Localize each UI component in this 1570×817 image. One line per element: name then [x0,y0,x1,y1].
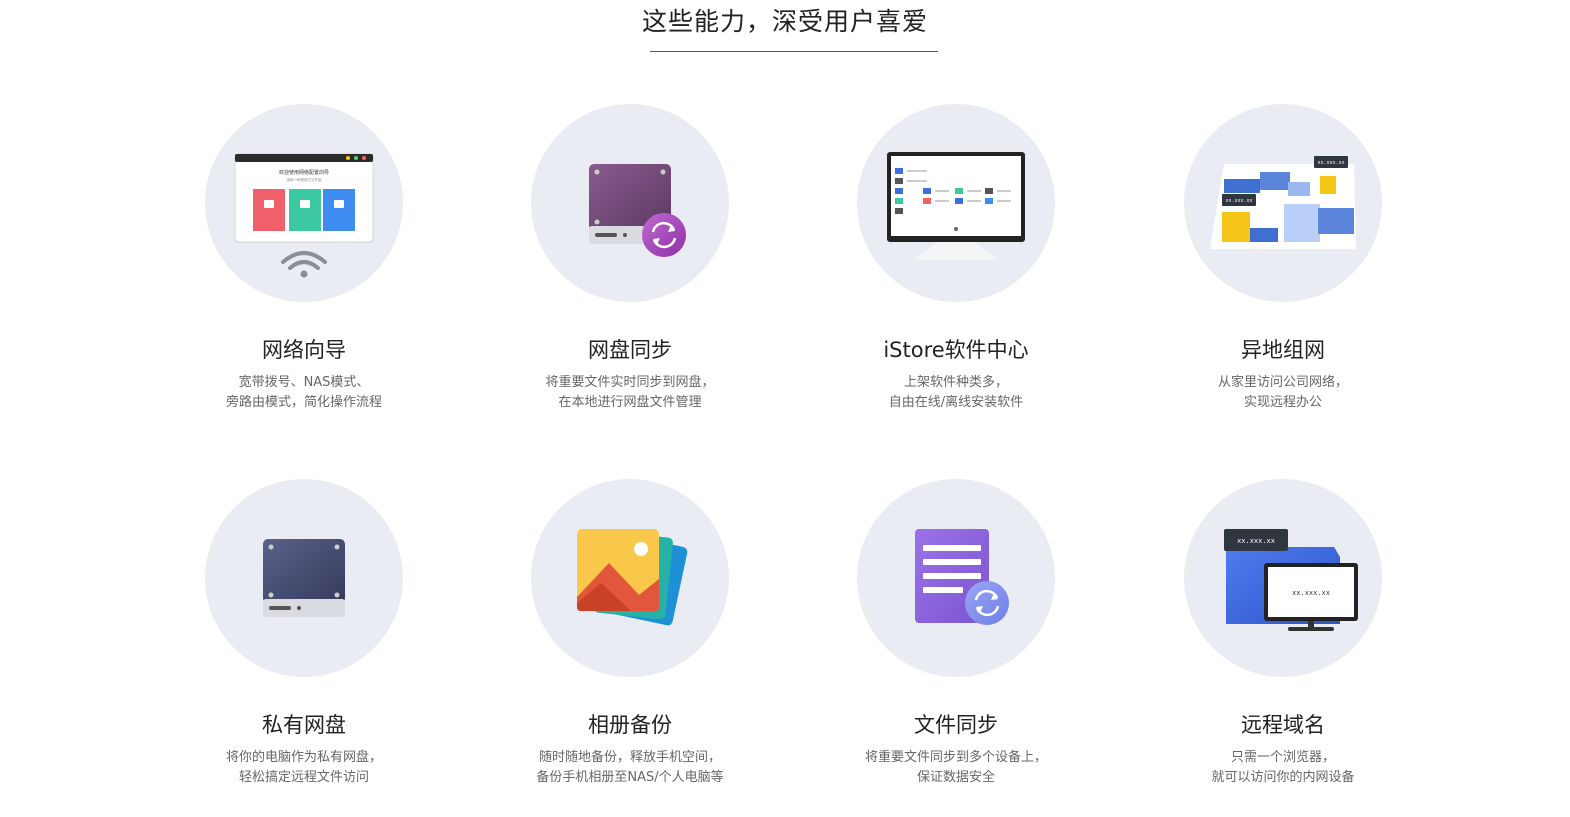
map-ip-tag: xx.xxx.xx [1317,160,1344,166]
feature-title: iStore软件中心 [883,338,1029,362]
network-wizard-icon: 欢迎使用网络配置向导 选择一种常用方式开始 [205,104,403,302]
feature-title: 文件同步 [914,713,998,737]
remote-networking-map-icon: xx.xxx.xx xx.xxx.xx [1184,104,1382,302]
domain-screen-text: xx.xxx.xx [1292,590,1330,598]
photo-album-backup-icon [531,479,729,677]
feature-card-private-drive[interactable]: 私有网盘 将你的电脑作为私有网盘， 轻松搞定远程文件访问 [174,479,434,788]
feature-description: 将重要文件实时同步到网盘， 在本地进行网盘文件管理 [545,375,715,410]
feature-title: 远程域名 [1241,713,1325,737]
section-title: 这些能力，深受用户喜爱 [641,7,928,36]
remote-domain-icon: xx.xxx.xx xx.xxx.xx [1184,479,1382,677]
feature-description: 随时随地备份，释放手机空间， 备份手机相册至NAS/个人电脑等 [536,750,724,785]
feature-description: 从家里访问公司网络， 实现远程办公 [1217,375,1348,410]
feature-card-photo-backup[interactable]: 相册备份 随时随地备份，释放手机空间， 备份手机相册至NAS/个人电脑等 [500,479,760,788]
feature-description: 将重要文件同步到多个设备上， 保证数据安全 [864,750,1047,785]
feature-title: 私有网盘 [262,713,346,737]
feature-description: 只需一个浏览器， 就可以访问你的内网设备 [1211,750,1355,785]
feature-description: 上架软件种类多， 自由在线/离线安装软件 [888,375,1024,410]
cloud-drive-sync-icon [531,104,729,302]
private-drive-icon [205,479,403,677]
feature-title: 网盘同步 [588,338,672,362]
feature-card-remote-domain[interactable]: xx.xxx.xx xx.xxx.xx 远程域名 只需一个浏览器， 就可以访问你的… [1153,479,1413,788]
feature-title: 网络向导 [262,338,346,362]
feature-card-cloud-drive-sync[interactable]: 网盘同步 将重要文件实时同步到网盘， 在本地进行网盘文件管理 [500,104,760,413]
wizard-window-title: 欢迎使用网络配置向导 [279,169,329,176]
wizard-window-subtitle: 选择一种常用方式开始 [287,177,322,182]
istore-monitor-icon [857,104,1055,302]
file-sync-icon [857,479,1055,677]
title-underline [650,51,938,52]
feature-description: 宽带拨号、NAS模式、 旁路由模式，简化操作流程 [225,375,382,410]
feature-description: 将你的电脑作为私有网盘， 轻松搞定远程文件访问 [225,750,382,785]
feature-card-istore[interactable]: iStore软件中心 上架软件种类多， 自由在线/离线安装软件 [826,104,1086,413]
map-ip-tag: xx.xxx.xx [1225,198,1252,204]
domain-tag: xx.xxx.xx [1237,538,1275,546]
feature-title: 异地组网 [1241,338,1325,362]
feature-title: 相册备份 [588,713,672,737]
feature-card-remote-networking[interactable]: xx.xxx.xx xx.xxx.xx 异地组网 从家里访问公司网络， 实现远程办… [1153,104,1413,413]
feature-card-file-sync[interactable]: 文件同步 将重要文件同步到多个设备上， 保证数据安全 [826,479,1086,788]
feature-card-network-wizard[interactable]: 欢迎使用网络配置向导 选择一种常用方式开始 网络向导 宽带拨号、NAS模式、 旁路… [174,104,434,413]
